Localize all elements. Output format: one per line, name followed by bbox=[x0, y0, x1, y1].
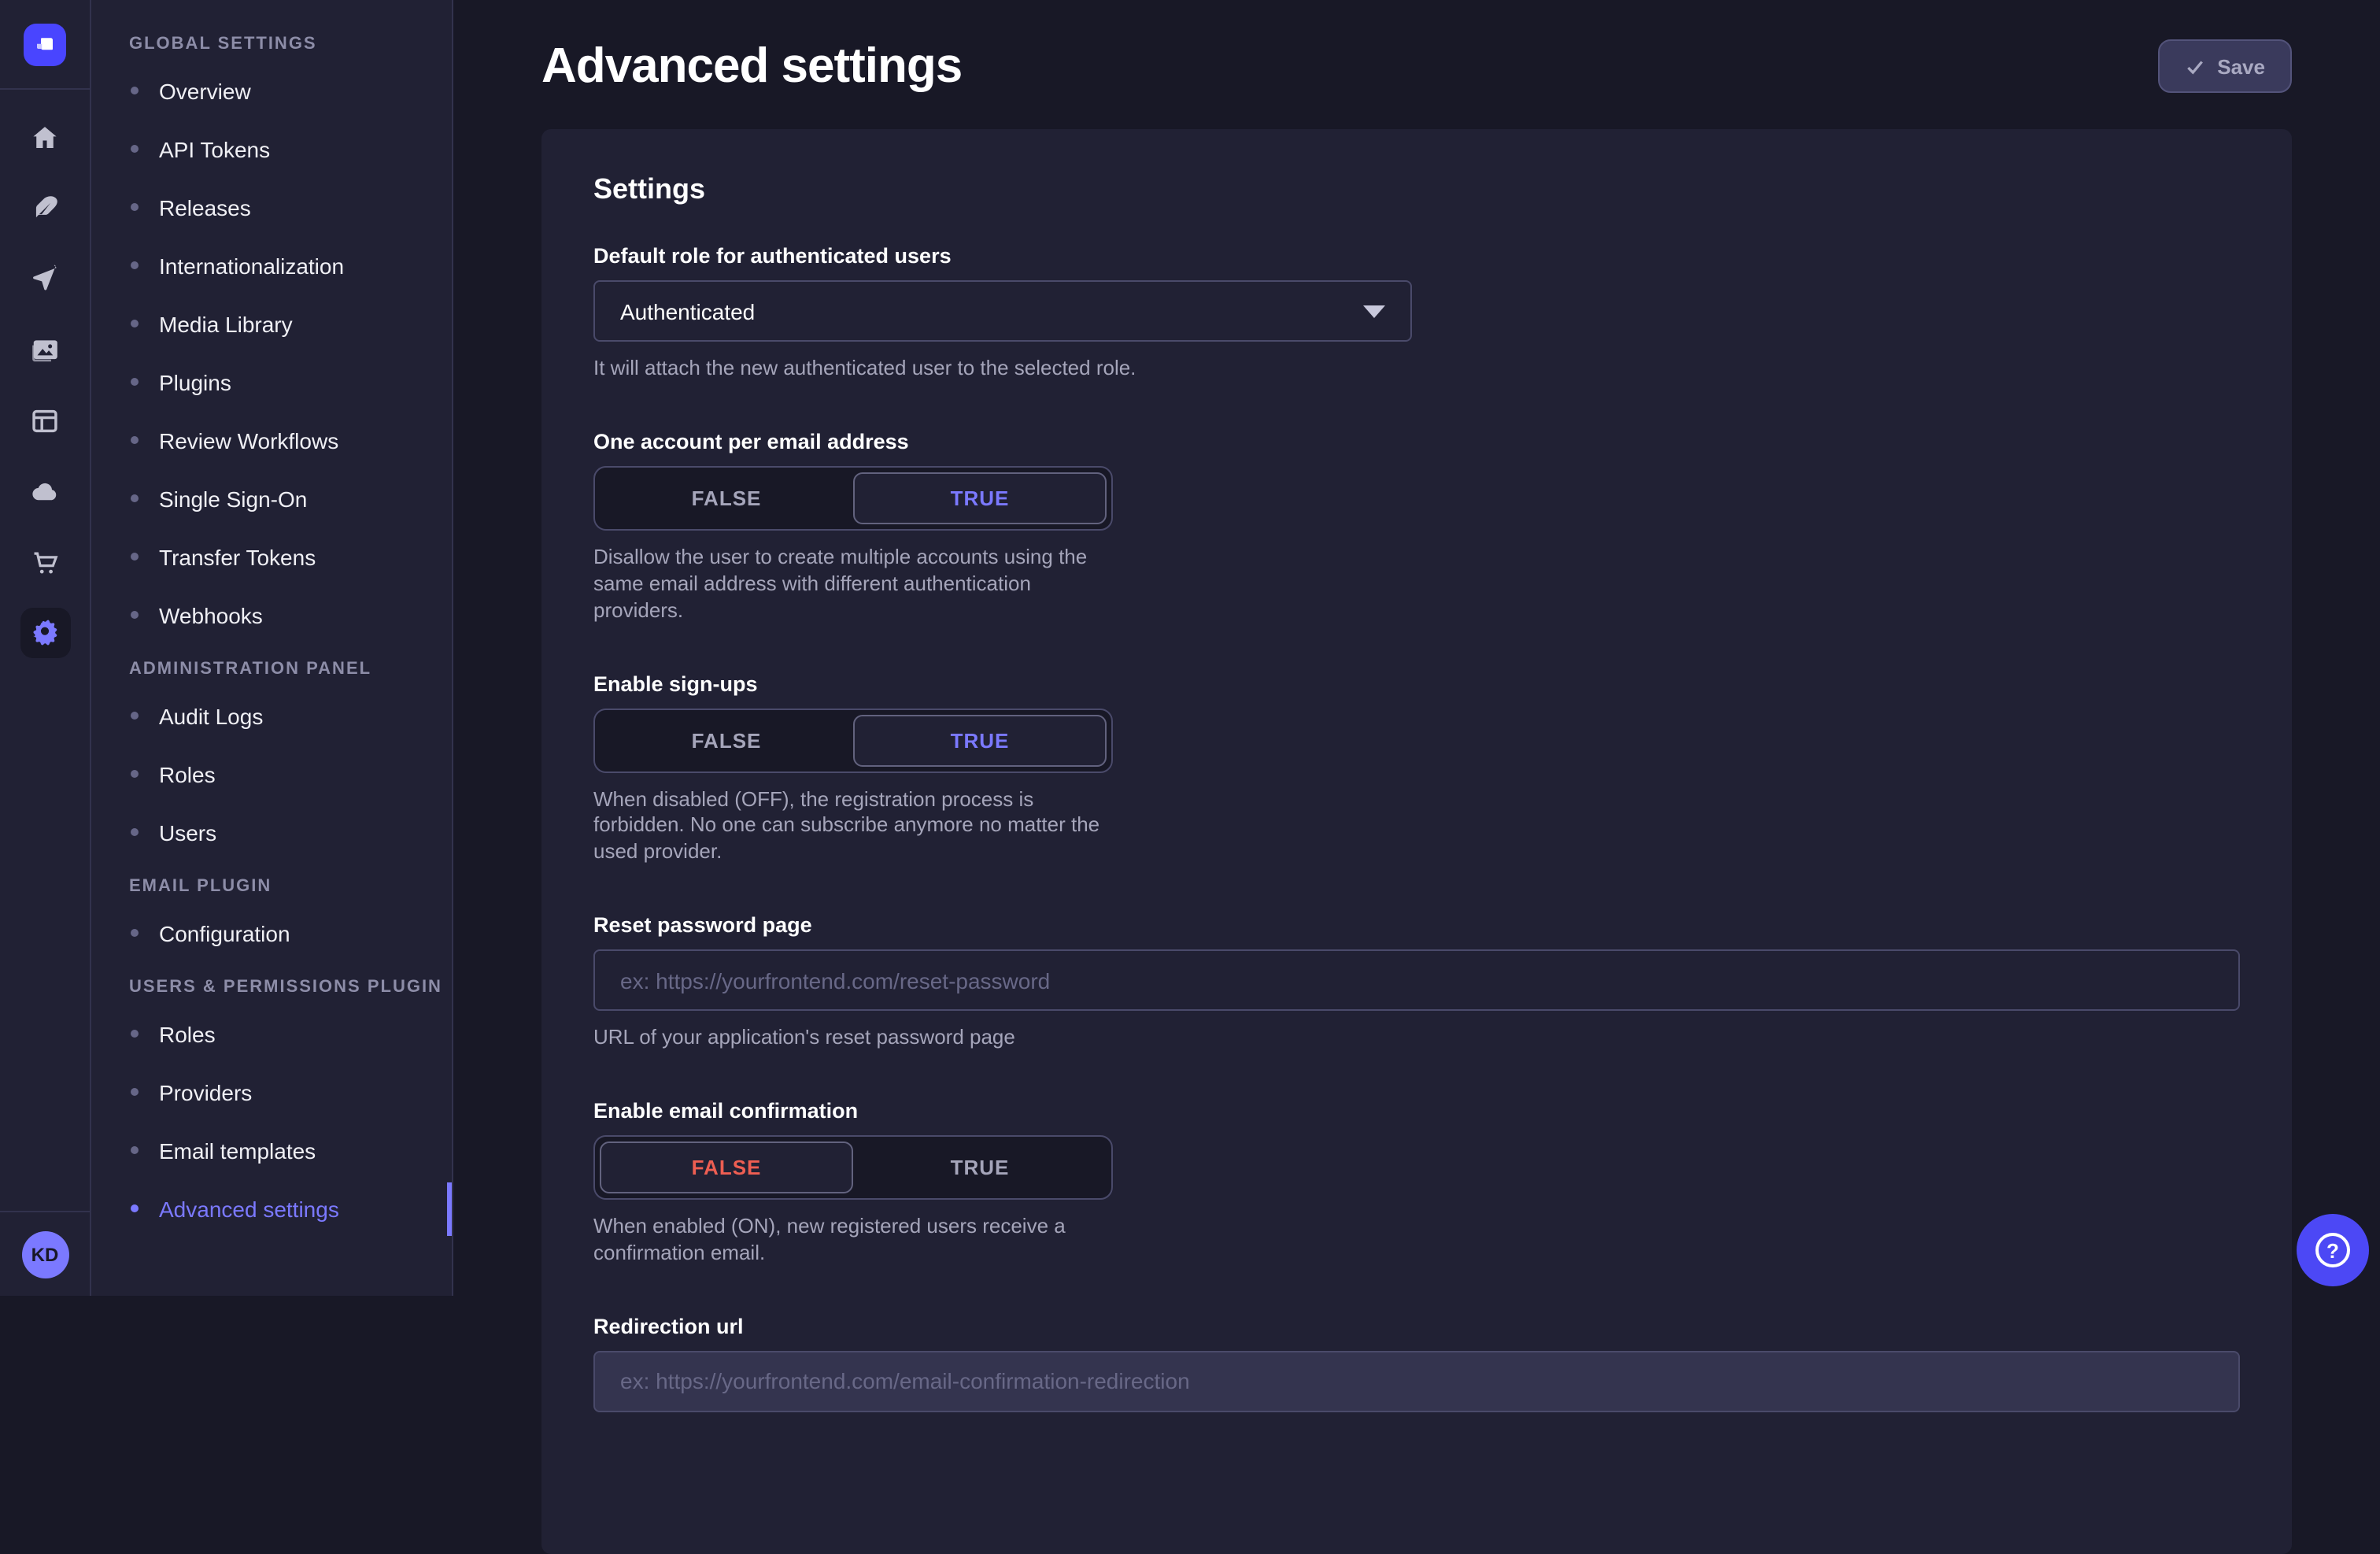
field-one-account: One account per email address FALSE TRUE… bbox=[593, 430, 1113, 624]
card-title: Settings bbox=[593, 173, 2240, 206]
default-role-label: Default role for authenticated users bbox=[593, 244, 2240, 268]
bullet-icon bbox=[131, 261, 139, 269]
check-icon bbox=[2184, 56, 2204, 76]
bullet-icon bbox=[131, 494, 139, 502]
sign-ups-toggle: FALSE TRUE bbox=[593, 708, 1113, 772]
cart-icon[interactable] bbox=[20, 537, 70, 587]
bullet-icon bbox=[131, 828, 139, 836]
content-builder-feather-icon[interactable] bbox=[20, 183, 70, 233]
email-confirmation-hint: When enabled (ON), new registered users … bbox=[593, 1214, 1113, 1267]
layout-panel-icon[interactable] bbox=[20, 395, 70, 446]
help-button[interactable]: ? bbox=[2297, 1214, 2369, 1286]
one-account-false-option[interactable]: FALSE bbox=[600, 472, 853, 524]
rail-bottom: KD bbox=[0, 1211, 90, 1296]
bullet-icon bbox=[131, 611, 139, 619]
save-button[interactable]: Save bbox=[2157, 39, 2292, 93]
page-header: Advanced settings Save bbox=[541, 0, 2292, 94]
settings-gear-icon[interactable] bbox=[20, 608, 70, 658]
bullet-icon bbox=[131, 1204, 139, 1212]
email-confirmation-toggle: FALSE TRUE bbox=[593, 1135, 1113, 1200]
field-reset-password: Reset password page URL of your applicat… bbox=[593, 913, 2240, 1052]
save-button-label: Save bbox=[2217, 54, 2265, 78]
one-account-label: One account per email address bbox=[593, 430, 1113, 453]
user-avatar[interactable]: KD bbox=[21, 1231, 68, 1278]
sidebar-item-advanced-settings[interactable]: Advanced settings bbox=[91, 1179, 452, 1238]
icon-rail: KD bbox=[0, 0, 91, 1296]
bullet-icon bbox=[131, 1088, 139, 1096]
bullet-icon bbox=[131, 203, 139, 211]
sidebar-item-transfer-tokens[interactable]: Transfer Tokens bbox=[91, 527, 452, 586]
sidebar-item-providers[interactable]: Providers bbox=[91, 1063, 452, 1121]
sidebar-item-internationalization[interactable]: Internationalization bbox=[91, 236, 452, 294]
sidebar-item-api-tokens[interactable]: API Tokens bbox=[91, 120, 452, 178]
reset-password-label: Reset password page bbox=[593, 913, 2240, 937]
field-email-confirmation: Enable email confirmation FALSE TRUE Whe… bbox=[593, 1099, 1113, 1267]
bullet-icon bbox=[131, 320, 139, 327]
deploy-send-icon[interactable] bbox=[20, 253, 70, 304]
app-window: KD GLOBAL SETTINGS Overview API Tokens R… bbox=[0, 0, 2380, 1296]
media-library-icon[interactable] bbox=[20, 324, 70, 375]
field-sign-ups: Enable sign-ups FALSE TRUE When disabled… bbox=[593, 672, 1113, 866]
home-icon[interactable] bbox=[20, 112, 70, 162]
bullet-icon bbox=[131, 929, 139, 937]
strapi-logo-icon bbox=[33, 32, 57, 56]
redirection-url-input[interactable] bbox=[593, 1351, 2240, 1412]
email-confirmation-true-option[interactable]: TRUE bbox=[853, 1141, 1107, 1193]
bullet-icon bbox=[131, 770, 139, 778]
reset-password-input[interactable] bbox=[593, 949, 2240, 1011]
strapi-logo[interactable] bbox=[24, 23, 66, 65]
sidebar-item-admin-users[interactable]: Users bbox=[91, 803, 452, 861]
sign-ups-false-option[interactable]: FALSE bbox=[600, 714, 853, 766]
bullet-icon bbox=[131, 1146, 139, 1154]
default-role-select[interactable]: Authenticated bbox=[593, 280, 1412, 342]
one-account-hint: Disallow the user to create multiple acc… bbox=[593, 545, 1113, 624]
field-default-role: Default role for authenticated users Aut… bbox=[593, 244, 2240, 383]
sidebar-item-plugins[interactable]: Plugins bbox=[91, 353, 452, 411]
sidebar-item-review-workflows[interactable]: Review Workflows bbox=[91, 411, 452, 469]
main-content: Advanced settings Save Settings Default … bbox=[453, 0, 2380, 1296]
email-confirmation-false-option[interactable]: FALSE bbox=[600, 1141, 853, 1193]
reset-password-hint: URL of your application's reset password… bbox=[593, 1025, 2240, 1052]
email-confirmation-label: Enable email confirmation bbox=[593, 1099, 1113, 1123]
sidebar-item-releases[interactable]: Releases bbox=[91, 178, 452, 236]
one-account-true-option[interactable]: TRUE bbox=[853, 472, 1107, 524]
page-title: Advanced settings bbox=[541, 38, 962, 94]
settings-card: Settings Default role for authenticated … bbox=[541, 129, 2292, 1554]
section-label-administration-panel: ADMINISTRATION PANEL bbox=[129, 660, 452, 679]
field-redirection-url: Redirection url bbox=[593, 1315, 2240, 1412]
bullet-icon bbox=[131, 378, 139, 386]
redirection-url-label: Redirection url bbox=[593, 1315, 2240, 1338]
sidebar-item-email-templates[interactable]: Email templates bbox=[91, 1121, 452, 1179]
settings-sidebar: GLOBAL SETTINGS Overview API Tokens Rele… bbox=[91, 0, 453, 1296]
section-label-email-plugin: EMAIL PLUGIN bbox=[129, 877, 452, 896]
rail-nav bbox=[20, 90, 70, 1211]
sign-ups-label: Enable sign-ups bbox=[593, 672, 1113, 695]
sidebar-item-media-library[interactable]: Media Library bbox=[91, 294, 452, 353]
sidebar-item-admin-roles[interactable]: Roles bbox=[91, 745, 452, 803]
one-account-toggle: FALSE TRUE bbox=[593, 466, 1113, 531]
bullet-icon bbox=[131, 145, 139, 153]
sidebar-item-audit-logs[interactable]: Audit Logs bbox=[91, 686, 452, 745]
question-mark-icon: ? bbox=[2315, 1233, 2350, 1267]
bullet-icon bbox=[131, 1030, 139, 1038]
chevron-down-icon bbox=[1363, 305, 1385, 317]
sidebar-item-email-configuration[interactable]: Configuration bbox=[91, 904, 452, 962]
default-role-hint: It will attach the new authenticated use… bbox=[593, 356, 2240, 383]
sign-ups-hint: When disabled (OFF), the registration pr… bbox=[593, 786, 1113, 866]
sidebar-item-up-roles[interactable]: Roles bbox=[91, 1005, 452, 1063]
sidebar-item-single-sign-on[interactable]: Single Sign-On bbox=[91, 469, 452, 527]
cloud-icon[interactable] bbox=[20, 466, 70, 516]
section-label-global-settings: GLOBAL SETTINGS bbox=[129, 35, 452, 54]
default-role-value: Authenticated bbox=[620, 298, 755, 324]
bullet-icon bbox=[131, 87, 139, 94]
sidebar-item-webhooks[interactable]: Webhooks bbox=[91, 586, 452, 644]
section-label-users-permissions-plugin: USERS & PERMISSIONS PLUGIN bbox=[129, 978, 452, 997]
sign-ups-true-option[interactable]: TRUE bbox=[853, 714, 1107, 766]
bullet-icon bbox=[131, 712, 139, 720]
logo-area bbox=[0, 0, 90, 90]
sidebar-item-overview[interactable]: Overview bbox=[91, 61, 452, 120]
bullet-icon bbox=[131, 436, 139, 444]
bullet-icon bbox=[131, 553, 139, 561]
